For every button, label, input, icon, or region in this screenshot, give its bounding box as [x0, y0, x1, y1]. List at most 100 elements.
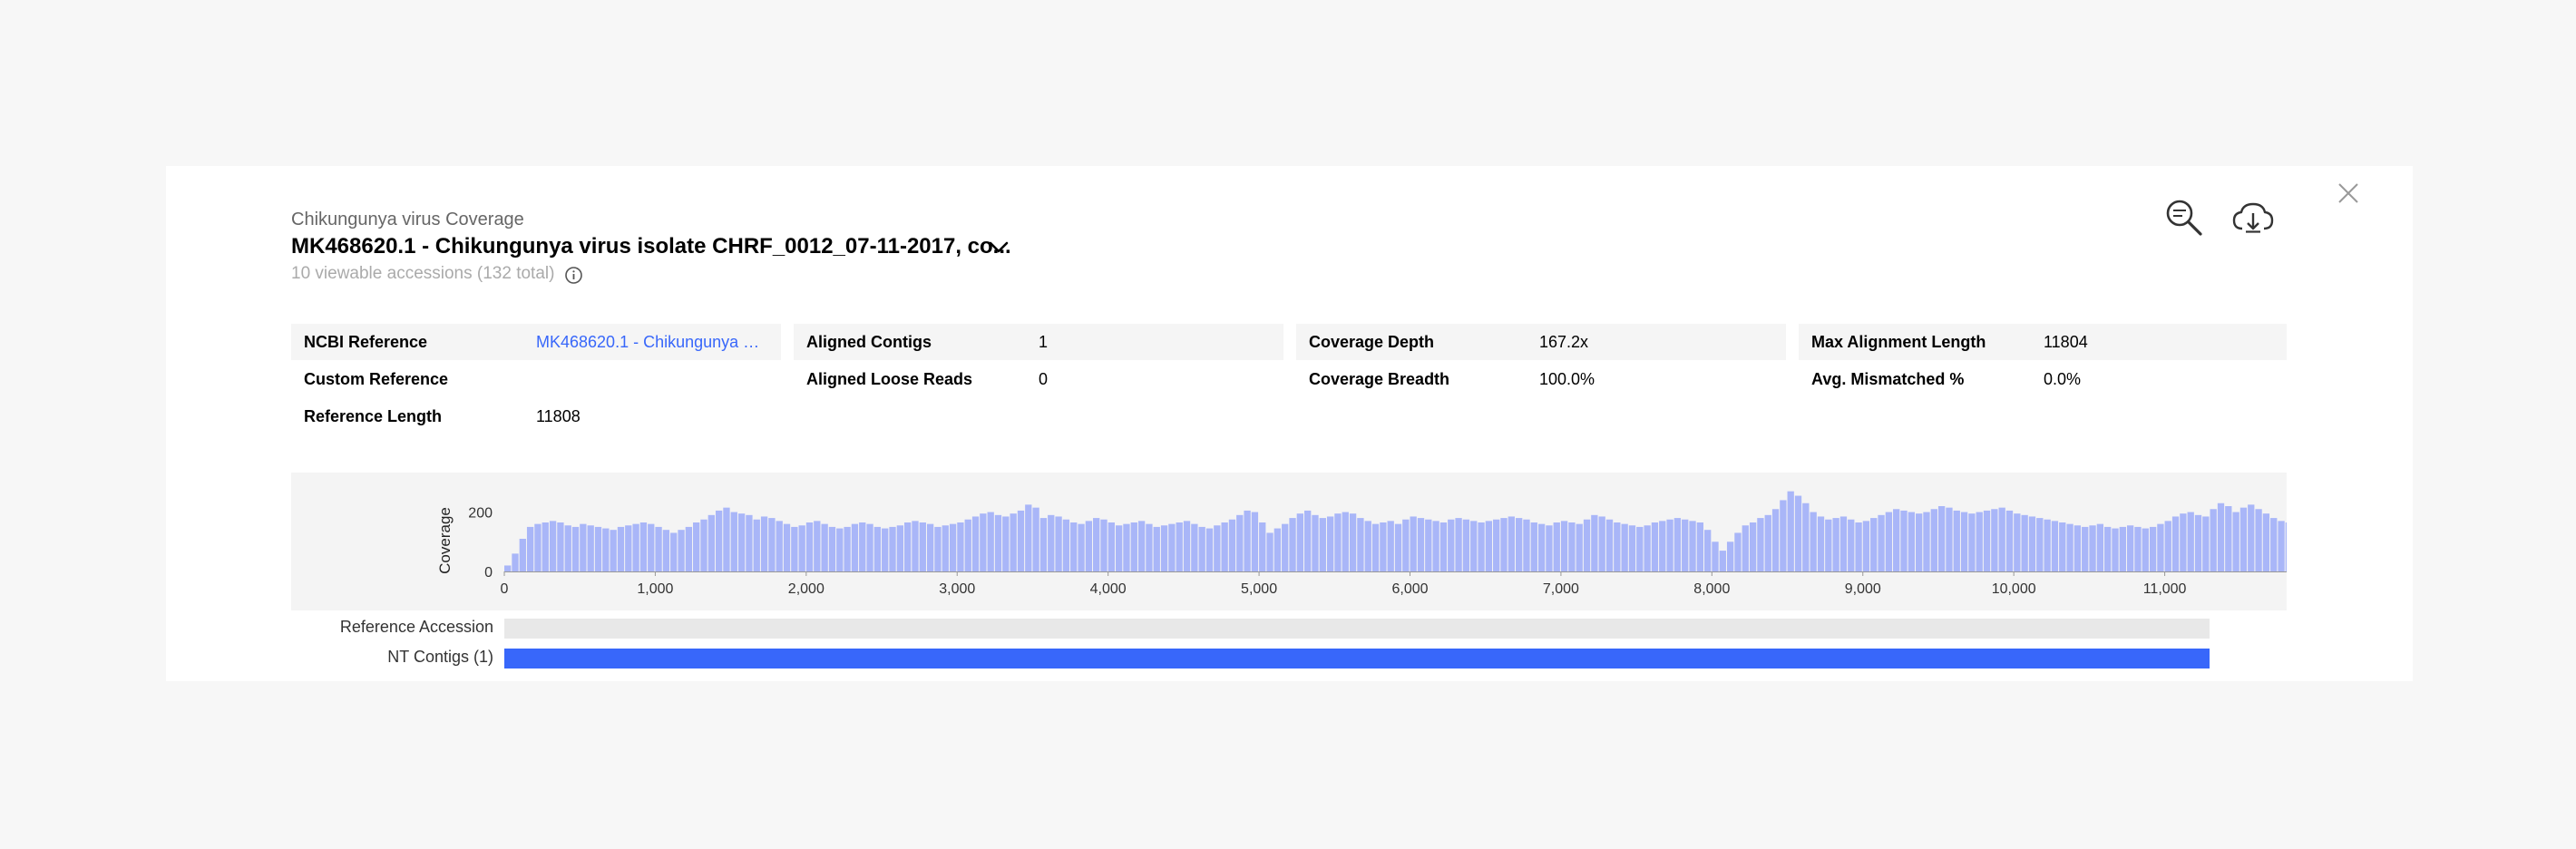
chevron-down-icon[interactable] — [989, 241, 1009, 254]
coverage-bar[interactable] — [980, 513, 987, 571]
coverage-bar[interactable] — [971, 516, 980, 571]
coverage-bar[interactable] — [1410, 516, 1417, 571]
coverage-bar[interactable] — [504, 565, 512, 571]
coverage-bar[interactable] — [1228, 519, 1236, 571]
coverage-bar[interactable] — [746, 514, 753, 571]
coverage-bar[interactable] — [2082, 526, 2089, 571]
coverage-bar[interactable] — [1817, 516, 1825, 571]
coverage-bar[interactable] — [1802, 503, 1810, 571]
coverage-bar[interactable] — [1659, 521, 1666, 571]
coverage-bar[interactable] — [1644, 525, 1651, 571]
coverage-bar[interactable] — [1628, 525, 1636, 571]
coverage-bar[interactable] — [594, 526, 602, 571]
coverage-bar[interactable] — [1100, 519, 1107, 571]
coverage-bar[interactable] — [1560, 521, 1568, 571]
coverage-bar[interactable] — [768, 518, 776, 571]
coverage-bar[interactable] — [1282, 523, 1289, 571]
coverage-bar[interactable] — [1878, 514, 1885, 571]
coverage-bar[interactable] — [580, 523, 587, 571]
coverage-bar[interactable] — [2171, 516, 2180, 571]
coverage-bar[interactable] — [1402, 519, 1410, 571]
coverage-bar[interactable] — [1848, 519, 1855, 571]
coverage-bar[interactable] — [1387, 521, 1394, 571]
coverage-bar[interactable] — [2142, 528, 2149, 571]
coverage-bar[interactable] — [1605, 519, 1614, 571]
coverage-bar[interactable] — [2285, 522, 2293, 571]
coverage-bar[interactable] — [1771, 509, 1780, 571]
coverage-bar[interactable] — [2119, 526, 2126, 571]
coverage-bar[interactable] — [1236, 514, 1244, 571]
coverage-bar[interactable] — [942, 525, 949, 571]
coverage-bar[interactable] — [1485, 521, 1493, 571]
coverage-bar[interactable] — [2059, 522, 2066, 571]
coverage-bar[interactable] — [685, 526, 693, 571]
coverage-bar[interactable] — [1334, 513, 1342, 571]
coverage-bar[interactable] — [1923, 512, 1930, 571]
coverage-bar[interactable] — [1983, 510, 1991, 571]
coverage-bar[interactable] — [2239, 507, 2248, 571]
coverage-bar[interactable] — [1764, 514, 1771, 571]
coverage-bar[interactable] — [1048, 514, 1055, 571]
coverage-bar[interactable] — [1537, 523, 1546, 571]
coverage-bar[interactable] — [1523, 519, 1530, 571]
coverage-bar[interactable] — [1583, 519, 1591, 571]
coverage-bar[interactable] — [1349, 513, 1357, 571]
coverage-bar[interactable] — [534, 523, 542, 571]
coverage-bar[interactable] — [1855, 522, 1862, 571]
accession-selector-title[interactable]: MK468620.1 - Chikungunya virus isolate C… — [291, 234, 1011, 259]
coverage-bar[interactable] — [512, 553, 519, 571]
coverage-bar[interactable] — [1893, 509, 1900, 571]
coverage-bar[interactable] — [1455, 518, 1462, 571]
coverage-bar[interactable] — [2202, 516, 2210, 571]
coverage-bar[interactable] — [1621, 523, 1628, 571]
coverage-bar[interactable] — [1425, 519, 1432, 571]
coverage-bar[interactable] — [1696, 522, 1704, 571]
coverage-bar[interactable] — [1319, 518, 1326, 571]
coverage-bar[interactable] — [1078, 523, 1085, 571]
coverage-bar[interactable] — [1289, 518, 1296, 571]
coverage-bar[interactable] — [1010, 513, 1017, 571]
coverage-bar[interactable] — [1259, 522, 1266, 571]
coverage-bar[interactable] — [866, 523, 873, 571]
coverage-bar[interactable] — [1553, 522, 1560, 571]
coverage-bar[interactable] — [919, 522, 926, 571]
coverage-bar[interactable] — [1839, 516, 1848, 571]
coverage-bar[interactable] — [1546, 525, 1553, 571]
coverage-bar[interactable] — [557, 522, 564, 571]
coverage-bar[interactable] — [1296, 513, 1304, 571]
coverage-bar[interactable] — [964, 519, 971, 571]
coverage-histogram[interactable]: Coverage 0 200 0 1,000 2,000 3,000 4,000 5,000… — [291, 473, 2338, 610]
coverage-bar[interactable] — [1025, 504, 1032, 571]
coverage-bar[interactable] — [1712, 542, 1719, 571]
coverage-bar[interactable] — [1493, 519, 1500, 571]
coverage-bar[interactable] — [1780, 500, 1787, 571]
coverage-bar[interactable] — [1673, 518, 1682, 571]
coverage-bar[interactable] — [2187, 512, 2194, 571]
info-icon[interactable] — [564, 266, 583, 285]
coverage-bar[interactable] — [821, 523, 828, 571]
coverage-bar[interactable] — [1998, 507, 2005, 571]
coverage-bar[interactable] — [1266, 532, 1273, 571]
close-icon[interactable] — [2337, 181, 2360, 205]
coverage-bar[interactable] — [1794, 495, 1802, 571]
coverage-bar[interactable] — [519, 539, 526, 571]
zoom-search-icon[interactable] — [2164, 198, 2204, 238]
coverage-bar[interactable] — [1115, 525, 1123, 571]
coverage-bar[interactable] — [987, 512, 994, 571]
coverage-bar[interactable] — [1568, 522, 1576, 571]
coverage-bar[interactable] — [2096, 523, 2104, 571]
coverage-bar[interactable] — [791, 526, 798, 571]
coverage-bar[interactable] — [2014, 513, 2021, 571]
coverage-bar[interactable] — [1757, 518, 1764, 571]
coverage-bar[interactable] — [1417, 518, 1425, 571]
coverage-bar[interactable] — [1153, 526, 1160, 571]
coverage-bar[interactable] — [1251, 512, 1259, 571]
coverage-bar[interactable] — [2149, 526, 2157, 571]
coverage-bar[interactable] — [1470, 521, 1478, 571]
coverage-bar[interactable] — [1055, 516, 1062, 571]
coverage-bar[interactable] — [1689, 521, 1696, 571]
coverage-bar[interactable] — [949, 523, 957, 571]
coverage-bar[interactable] — [715, 510, 723, 571]
coverage-bar[interactable] — [1916, 513, 1923, 571]
coverage-bar[interactable] — [1991, 509, 1998, 571]
